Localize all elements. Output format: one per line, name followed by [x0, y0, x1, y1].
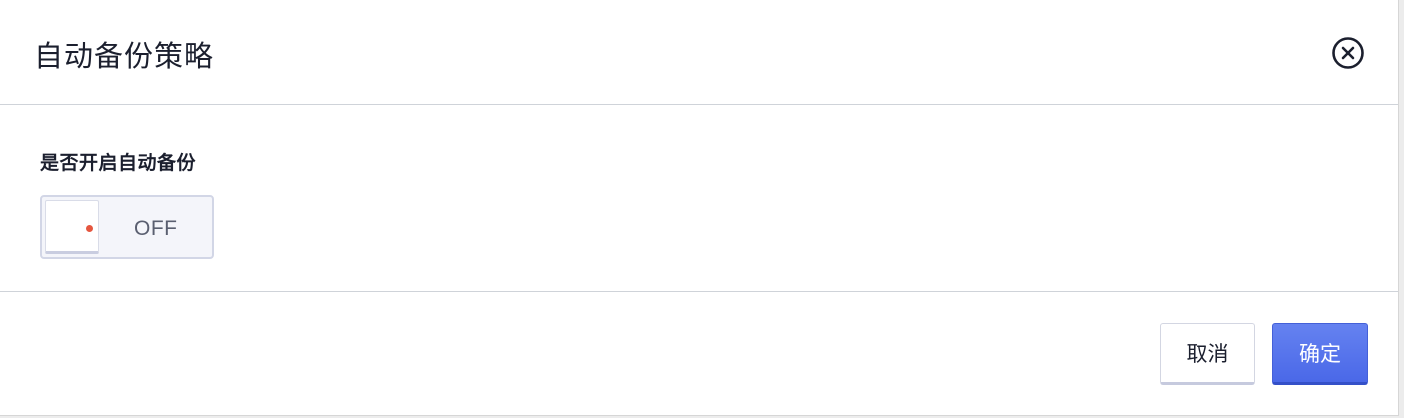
dialog-footer: 取消 确定 — [0, 292, 1398, 416]
switch-status-dot — [86, 225, 93, 232]
dialog-title: 自动备份策略 — [34, 39, 215, 73]
dialog-header: 自动备份策略 — [0, 0, 1398, 105]
dialog-body: 是否开启自动备份 OFF — [0, 105, 1398, 292]
auto-backup-dialog: 自动备份策略 是否开启自动备份 OFF 取消 确定 — [0, 0, 1399, 416]
switch-state-text: OFF — [134, 217, 178, 240]
auto-backup-switch[interactable]: OFF — [40, 195, 214, 259]
cancel-button[interactable]: 取消 — [1160, 323, 1255, 385]
switch-knob[interactable] — [45, 200, 99, 254]
confirm-button[interactable]: 确定 — [1272, 323, 1368, 385]
close-circle-icon — [1332, 37, 1364, 69]
close-button[interactable] — [1331, 36, 1365, 70]
auto-backup-label: 是否开启自动备份 — [40, 152, 197, 174]
